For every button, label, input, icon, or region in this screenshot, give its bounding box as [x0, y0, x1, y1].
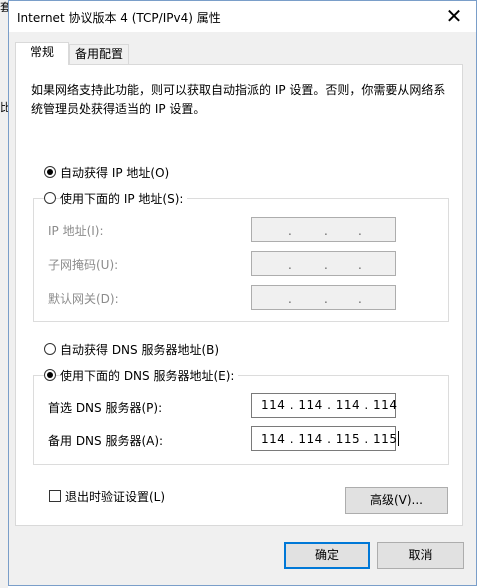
preferred-dns-value: 114 . 114 . 114 . 114 [261, 398, 398, 412]
alternate-dns-label: 备用 DNS 服务器(A): [48, 434, 164, 448]
radio-auto-dns[interactable] [44, 343, 56, 355]
manual-dns-label[interactable]: 使用下面的 DNS 服务器地址(E): [60, 367, 239, 384]
ok-button[interactable]: 确定 [284, 542, 370, 569]
ip-address-field[interactable]: ... [251, 217, 396, 242]
window-title: Internet 协议版本 4 (TCP/IPv4) 属性 [17, 11, 221, 25]
preferred-dns-label: 首选 DNS 服务器(P): [48, 401, 163, 415]
gateway-field[interactable]: ... [251, 285, 396, 310]
auto-dns-label[interactable]: 自动获得 DNS 服务器地址(B) [60, 341, 219, 358]
dns-settings-group [33, 375, 449, 465]
manual-ip-label[interactable]: 使用下面的 IP 地址(S): [60, 190, 188, 207]
alternate-dns-field[interactable]: 114 . 114 . 115 . 115 [251, 426, 400, 451]
auto-ip-label[interactable]: 自动获得 IP 地址(O) [60, 164, 169, 181]
alternate-dns-value: 114 . 114 . 115 . 115 [261, 432, 398, 446]
cancel-button[interactable]: 取消 [377, 542, 464, 569]
background-window-strip: 套 比 [0, 0, 11, 588]
radio-auto-ip[interactable] [44, 166, 56, 178]
advanced-button[interactable]: 高级(V)... [345, 487, 448, 514]
radio-manual-dns[interactable] [44, 369, 56, 381]
gateway-label: 默认网关(D): [48, 292, 119, 306]
close-icon[interactable]: ✕ [432, 1, 476, 32]
title-bar: Internet 协议版本 4 (TCP/IPv4) 属性 ✕ [9, 1, 476, 32]
validate-label[interactable]: 退出时验证设置(L) [65, 488, 165, 505]
ipv4-properties-dialog: Internet 协议版本 4 (TCP/IPv4) 属性 ✕ 备用配置 常规 … [8, 0, 477, 586]
ip-address-label: IP 地址(I): [48, 224, 104, 238]
subnet-mask-label: 子网掩码(U): [48, 258, 119, 272]
preferred-dns-field[interactable]: 114 . 114 . 114 . 114 [251, 393, 398, 418]
text-caret [398, 431, 400, 446]
validate-checkbox[interactable] [49, 490, 61, 502]
description-text: 如果网络支持此功能，则可以获取自动指派的 IP 设置。否则，你需要从网络系统管理… [31, 83, 446, 116]
subnet-mask-field[interactable]: ... [251, 251, 396, 276]
tab-general[interactable]: 常规 [15, 42, 69, 65]
general-tab-panel: 如果网络支持此功能，则可以获取自动指派的 IP 设置。否则，你需要从网络系统管理… [15, 64, 463, 526]
tab-alternate-config[interactable]: 备用配置 [69, 44, 129, 64]
radio-manual-ip[interactable] [44, 192, 56, 204]
